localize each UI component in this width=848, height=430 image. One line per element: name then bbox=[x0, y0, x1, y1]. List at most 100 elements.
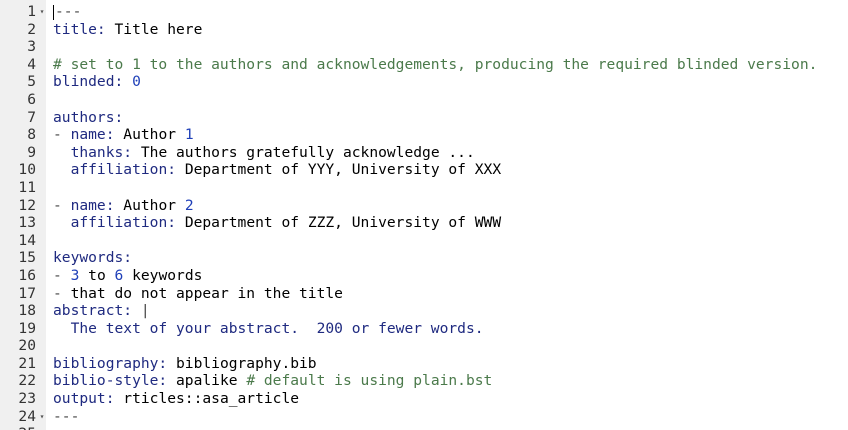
code-text: abstract: | bbox=[53, 302, 150, 320]
code-text: - name: Author 1 bbox=[53, 126, 194, 144]
code-token: Department of YYY, University of XXX bbox=[184, 161, 502, 179]
code-text: authors: bbox=[53, 109, 123, 127]
code-line[interactable]: 12- name: Author 2 bbox=[0, 197, 848, 215]
line-number: 10 bbox=[18, 161, 36, 179]
code-line[interactable]: 16 - 3 to 6 keywords bbox=[0, 267, 848, 285]
code-token: abstract: bbox=[53, 302, 141, 320]
code-token: Department of ZZZ, University of WWW bbox=[184, 214, 502, 232]
line-number: 22 bbox=[18, 372, 36, 390]
line-number: 23 bbox=[18, 390, 36, 408]
line-number: 3 bbox=[27, 38, 36, 56]
code-line[interactable]: 7 authors: bbox=[0, 109, 848, 127]
code-text: affiliation: Department of ZZZ, Universi… bbox=[53, 214, 502, 232]
code-line[interactable]: 2 title: Title here bbox=[0, 21, 848, 39]
code-token: affiliation: bbox=[70, 161, 185, 179]
code-text: - that do not appear in the title bbox=[53, 285, 343, 303]
code-text: - 3 to 6 keywords bbox=[53, 267, 202, 285]
line-number: 20 bbox=[18, 337, 36, 355]
code-line[interactable]: 24 ▾ --- bbox=[0, 408, 848, 426]
code-token: | bbox=[140, 302, 150, 320]
line-number: 13 bbox=[18, 214, 36, 232]
line-number: 8 bbox=[27, 126, 36, 144]
code-token: keywords: bbox=[53, 249, 133, 267]
text-cursor bbox=[53, 4, 54, 20]
code-token: - bbox=[53, 266, 71, 284]
code-token: - bbox=[53, 126, 71, 144]
code-token: # set to 1 to the authors and acknowledg… bbox=[53, 55, 818, 73]
code-line[interactable]: 4 # set to 1 to the authors and acknowled… bbox=[0, 56, 848, 74]
code-token: thanks: bbox=[70, 143, 141, 161]
line-number: 15 bbox=[18, 249, 36, 267]
code-text: --- bbox=[53, 408, 79, 426]
editor-content[interactable]: 1 ▾ --- 2 title: Title here 3 4 # set to 1 to t… bbox=[0, 3, 848, 430]
code-token: --- bbox=[53, 407, 80, 425]
code-token: rticles::asa_article bbox=[123, 390, 300, 408]
code-text: title: Title here bbox=[53, 21, 202, 39]
line-number: 18 bbox=[18, 302, 36, 320]
code-token: 1 bbox=[184, 126, 194, 144]
code-line[interactable]: 25 bbox=[0, 425, 848, 430]
code-line[interactable]: 19 The text of your abstract. 200 or few… bbox=[0, 320, 848, 338]
code-token: to bbox=[79, 266, 115, 284]
code-line[interactable]: 9 thanks: The authors gratefully acknowl… bbox=[0, 144, 848, 162]
code-token: The authors gratefully acknowledge ... bbox=[140, 143, 475, 161]
code-line[interactable]: 1 ▾ --- bbox=[0, 3, 848, 21]
code-token: that do not appear in the title bbox=[70, 284, 343, 302]
code-token: 0 bbox=[132, 73, 141, 91]
code-line[interactable]: 17 - that do not appear in the title bbox=[0, 285, 848, 303]
line-number: 11 bbox=[18, 178, 36, 196]
code-line[interactable]: 6 bbox=[0, 91, 848, 109]
code-token: apalike bbox=[176, 372, 247, 390]
code-token: biblio-style: bbox=[53, 372, 177, 390]
code-token: 2 bbox=[184, 196, 194, 214]
code-line[interactable]: 3 bbox=[0, 38, 848, 56]
code-line[interactable]: 8 - name: Author 1 bbox=[0, 126, 848, 144]
fold-toggle-icon[interactable]: ▾ bbox=[38, 3, 46, 21]
code-text: blinded: 0 bbox=[53, 73, 141, 91]
code-token: Author bbox=[123, 126, 185, 144]
line-number: 16 bbox=[18, 266, 36, 284]
code-line[interactable]: 20 bbox=[0, 337, 848, 355]
code-text: keywords: bbox=[53, 249, 132, 267]
code-text: bibliography: bibliography.bib bbox=[53, 355, 317, 373]
line-number: 14 bbox=[18, 231, 36, 249]
code-token: Title here bbox=[114, 20, 203, 38]
code-line[interactable]: 11 bbox=[0, 179, 848, 197]
code-line[interactable]: 10 affiliation: Department of YYY, Unive… bbox=[0, 161, 848, 179]
code-token: # default is using plain.bst bbox=[246, 372, 493, 390]
line-number: 7 bbox=[27, 108, 36, 126]
code-token: title: bbox=[53, 20, 115, 38]
code-editor[interactable]: 1 ▾ --- 2 title: Title here 3 4 # set to 1 to t… bbox=[0, 0, 848, 430]
code-token: authors: bbox=[53, 108, 124, 126]
code-line[interactable]: 13 affiliation: Department of ZZZ, Unive… bbox=[0, 214, 848, 232]
code-line[interactable]: 14 bbox=[0, 232, 848, 250]
code-token: The text of your abstract. 200 or fewer … bbox=[53, 319, 484, 337]
code-line[interactable]: 15 keywords: bbox=[0, 249, 848, 267]
code-text: # set to 1 to the authors and acknowledg… bbox=[53, 56, 817, 74]
code-text: biblio-style: apalike # default is using… bbox=[53, 372, 492, 390]
line-number: 5 bbox=[27, 73, 36, 91]
line-number: 9 bbox=[27, 143, 36, 161]
code-token: output: bbox=[53, 390, 124, 408]
line-number: 12 bbox=[18, 196, 36, 214]
fold-toggle-icon[interactable]: ▾ bbox=[38, 408, 46, 426]
line-number: 6 bbox=[27, 90, 36, 108]
code-token: --- bbox=[55, 3, 82, 20]
code-token: bibliography: bbox=[53, 354, 177, 372]
line-number: 24 bbox=[18, 407, 36, 425]
code-line[interactable]: 23 output: rticles::asa_article bbox=[0, 390, 848, 408]
code-text: The text of your abstract. 200 or fewer … bbox=[53, 320, 484, 338]
code-line[interactable]: 22 biblio-style: apalike # default is usi… bbox=[0, 372, 848, 390]
code-line[interactable]: 18 abstract: | bbox=[0, 302, 848, 320]
code-token: keywords bbox=[123, 266, 203, 284]
code-token: affiliation: bbox=[70, 214, 185, 232]
code-line[interactable]: 21 bibliography: bibliography.bib bbox=[0, 355, 848, 373]
line-number: 19 bbox=[18, 319, 36, 337]
line-number: 17 bbox=[18, 284, 36, 302]
code-text: thanks: The authors gratefully acknowled… bbox=[53, 144, 475, 162]
line-number: 25 bbox=[0, 425, 36, 430]
code-line[interactable]: 5 blinded: 0 bbox=[0, 73, 848, 91]
